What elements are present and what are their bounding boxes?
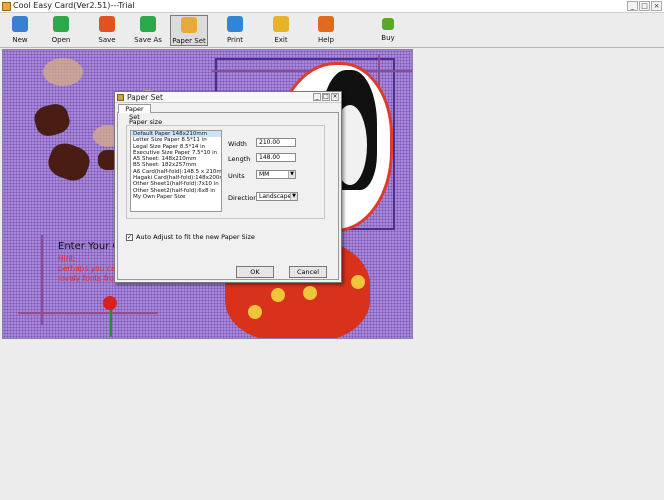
save-icon [99,16,115,32]
auto-adjust-row[interactable]: ✓ Auto Adjust to fit the new Paper Size [126,233,255,241]
exit-label: Exit [274,36,288,44]
new-label: New [12,36,28,44]
length-input[interactable]: 148.00 [256,153,296,162]
units-label: Units [228,172,245,180]
help-button[interactable]: Help [307,15,345,46]
dialog-title: Paper Set [127,93,163,102]
card-heading[interactable]: Enter Your O [58,241,120,252]
dialog-controls: _ □ × [313,93,339,101]
length-label: Length [228,155,251,163]
print-label: Print [226,36,244,44]
petal-decor [43,58,83,86]
tab-paper-set[interactable]: Paper Set [118,104,151,121]
app-icon [2,2,11,11]
save-button[interactable]: Save [88,15,126,46]
help-icon [318,16,334,32]
pouch-flower [303,286,317,300]
width-label: Width [228,140,247,148]
maximize-button[interactable]: □ [639,1,650,11]
direction-value: Landscape [259,193,292,200]
new-button[interactable]: New [1,15,39,46]
dialog-close-button[interactable]: × [331,93,339,101]
buy-button[interactable]: Buy [369,15,407,46]
auto-adjust-checkbox[interactable]: ✓ [126,233,133,241]
open-icon [53,16,69,32]
paper-size-option[interactable]: Other Sheet1(half-fold):7x10 in [131,181,221,187]
close-button[interactable]: × [651,1,662,11]
hint-line: lovely fonts fro [58,274,114,283]
save-label: Save [98,36,116,44]
paper-set-label: Paper Set [172,37,206,45]
exit-button[interactable]: Exit [262,15,300,46]
title-bar: Cool Easy Card(Ver2.51)---Trial _ □ × [0,0,664,13]
direction-select[interactable]: Landscape ▼ [256,192,298,201]
window-title: Cool Easy Card(Ver2.51)---Trial [13,1,135,10]
chocolate-image [44,139,94,185]
paper-size-list[interactable]: Default Paper 148x210mm Letter Size Paper… [130,130,222,212]
rose-image [103,296,117,310]
minimize-button[interactable]: _ [627,1,638,11]
save-as-icon [140,16,156,32]
new-icon [12,16,28,32]
open-label: Open [51,36,71,44]
ok-button[interactable]: OK [236,266,274,278]
auto-adjust-label: Auto Adjust to fit the new Paper Size [136,233,255,241]
decor-line [18,312,158,314]
print-icon [227,16,243,32]
units-select[interactable]: MM ▼ [256,170,296,179]
save-as-label: Save As [134,36,162,44]
paper-set-button[interactable]: Paper Set [170,15,208,46]
buy-icon [382,18,394,30]
hint-line: Hint: [58,254,76,263]
pouch-flower [271,288,285,302]
dialog-maximize-button[interactable]: □ [322,93,330,101]
toolbar: New Open Save Save As Paper Set Print Ex… [0,13,664,48]
chocolate-image [31,101,73,139]
window-controls: _ □ × [627,1,662,11]
units-value: MM [259,171,270,178]
exit-icon [273,16,289,32]
open-button[interactable]: Open [42,15,80,46]
save-as-button[interactable]: Save As [129,15,167,46]
dialog-minimize-button[interactable]: _ [313,93,321,101]
paper-size-option[interactable]: My Own Paper Size [131,194,221,200]
dialog-title-bar: Paper Set _ □ × [115,92,341,103]
chevron-down-icon: ▼ [288,171,295,178]
hint-line: perhaps you ca [58,264,116,273]
cancel-button[interactable]: Cancel [289,266,327,278]
buy-label: Buy [381,34,395,42]
pouch-flower [351,275,365,289]
print-button[interactable]: Print [216,15,254,46]
paper-set-icon [181,17,197,33]
direction-label: Direction [228,194,258,202]
dialog-icon [117,94,124,101]
pouch-flower [248,305,262,319]
paper-set-dialog: Paper Set _ □ × Paper Set Paper size Def… [114,91,342,283]
chevron-down-icon: ▼ [290,193,297,200]
help-label: Help [318,36,334,44]
card-hint[interactable]: Hint: perhaps you ca lovely fonts fro [58,254,116,284]
width-input[interactable]: 210.00 [256,138,296,147]
